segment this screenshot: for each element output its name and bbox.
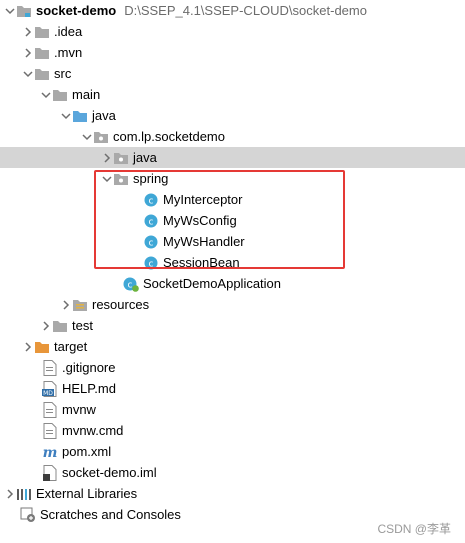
file-label: socket-demo.iml (62, 465, 157, 480)
project-name: socket-demo (36, 3, 117, 18)
svg-text:c: c (149, 238, 154, 248)
class-icon: c (143, 255, 159, 271)
folder-icon (52, 87, 68, 103)
tree-row-file[interactable]: mvnw (0, 399, 465, 420)
package-label: com.lp.socketdemo (113, 129, 225, 144)
tree-row-file[interactable]: mvnw.cmd (0, 420, 465, 441)
folder-label: resources (92, 297, 150, 312)
file-label: HELP.md (62, 381, 116, 396)
svg-text:c: c (149, 259, 154, 269)
folder-label: target (54, 339, 88, 354)
tree-row-mvn[interactable]: .mvn (0, 42, 465, 63)
project-path: D:\SSEP_4.1\SSEP-CLOUD\socket-demo (124, 3, 367, 18)
tree-row-class[interactable]: c MyWsHandler (0, 231, 465, 252)
svg-text:c: c (149, 196, 154, 206)
chevron-down-icon[interactable] (4, 0, 16, 21)
external-libraries-label: External Libraries (36, 486, 138, 501)
folder-icon (34, 24, 50, 40)
svg-text:m: m (43, 445, 58, 460)
tree-row-project[interactable]: socket-demo D:\SSEP_4.1\SSEP-CLOUD\socke… (0, 0, 465, 21)
folder-label: main (72, 87, 101, 102)
tree-row-file[interactable]: m pom.xml (0, 441, 465, 462)
folder-label: .idea (54, 24, 83, 39)
tree-row-external-libraries[interactable]: External Libraries (0, 483, 465, 504)
class-label: MyWsHandler (163, 234, 245, 249)
file-label: mvnw (62, 402, 96, 417)
chevron-right-icon[interactable] (40, 315, 52, 336)
chevron-right-icon[interactable] (4, 483, 16, 504)
library-icon (16, 486, 32, 502)
class-icon: c (143, 213, 159, 229)
package-label: spring (133, 171, 169, 186)
maven-file-icon: m (42, 444, 58, 460)
class-label: SessionBean (163, 255, 240, 270)
folder-icon (34, 66, 50, 82)
file-label: .gitignore (62, 360, 116, 375)
file-label: mvnw.cmd (62, 423, 124, 438)
folder-label: src (54, 66, 72, 81)
chevron-down-icon[interactable] (22, 63, 34, 84)
class-label: MyInterceptor (163, 192, 243, 207)
spring-app-class-icon: c (123, 276, 139, 292)
tree-row-spring[interactable]: spring (0, 168, 465, 189)
folder-label: java (92, 108, 116, 123)
chevron-down-icon[interactable] (101, 168, 113, 189)
package-icon (113, 150, 129, 166)
chevron-right-icon[interactable] (60, 294, 72, 315)
file-label: pom.xml (62, 444, 112, 459)
resources-folder-icon (72, 297, 88, 313)
package-label: java (133, 150, 157, 165)
tree-row-class[interactable]: c MyWsConfig (0, 210, 465, 231)
iml-file-icon (42, 464, 58, 481)
text-file-icon (42, 401, 58, 418)
tree-row-idea[interactable]: .idea (0, 21, 465, 42)
tree-row-class[interactable]: c MyInterceptor (0, 189, 465, 210)
module-folder-icon (16, 3, 32, 19)
tree-row-test[interactable]: test (0, 315, 465, 336)
watermark: CSDN @李革 (377, 522, 451, 536)
chevron-right-icon[interactable] (101, 147, 113, 168)
chevron-down-icon[interactable] (40, 84, 52, 105)
excluded-folder-icon (34, 339, 50, 355)
folder-icon (52, 318, 68, 334)
chevron-down-icon[interactable] (60, 105, 72, 126)
folder-label: test (72, 318, 93, 333)
chevron-right-icon[interactable] (22, 336, 34, 357)
package-icon (113, 171, 129, 187)
class-label: SocketDemoApplication (143, 276, 282, 291)
tree-row-java-package[interactable]: java (0, 147, 465, 168)
tree-row-java[interactable]: java (0, 105, 465, 126)
tree-row-file[interactable]: MD HELP.md (0, 378, 465, 399)
class-icon: c (143, 234, 159, 250)
chevron-right-icon[interactable] (22, 21, 34, 42)
class-icon: c (143, 192, 159, 208)
tree-row-class[interactable]: c SessionBean (0, 252, 465, 273)
tree-row-app-class[interactable]: c SocketDemoApplication (0, 273, 465, 294)
markdown-file-icon: MD (42, 380, 58, 397)
svg-text:MD: MD (43, 390, 53, 397)
tree-row-src[interactable]: src (0, 63, 465, 84)
tree-row-resources[interactable]: resources (0, 294, 465, 315)
scratches-icon (20, 507, 36, 523)
svg-text:c: c (128, 280, 133, 290)
tree-row-package[interactable]: com.lp.socketdemo (0, 126, 465, 147)
text-file-icon (42, 422, 58, 439)
tree-row-file[interactable]: socket-demo.iml (0, 462, 465, 483)
tree-row-main[interactable]: main (0, 84, 465, 105)
class-label: MyWsConfig (163, 213, 237, 228)
source-folder-icon (72, 108, 88, 124)
scratches-label: Scratches and Consoles (40, 507, 181, 522)
folder-label: .mvn (54, 45, 83, 60)
chevron-right-icon[interactable] (22, 42, 34, 63)
chevron-down-icon[interactable] (81, 126, 93, 147)
tree-row-file[interactable]: .gitignore (0, 357, 465, 378)
folder-icon (34, 45, 50, 61)
tree-row-target[interactable]: target (0, 336, 465, 357)
package-icon (93, 129, 109, 145)
svg-text:c: c (149, 217, 154, 227)
text-file-icon (42, 359, 58, 376)
